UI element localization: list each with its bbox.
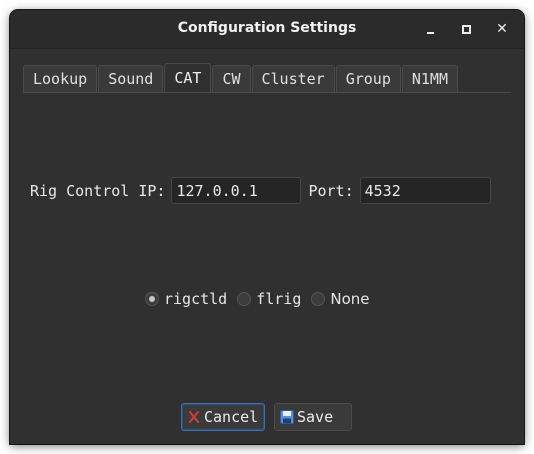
cancel-button[interactable]: Cancel	[181, 403, 265, 431]
cancel-x-icon	[189, 411, 199, 423]
tab-cw[interactable]: CW	[212, 65, 251, 92]
tab-group[interactable]: Group	[335, 65, 401, 92]
save-button[interactable]: Save	[274, 403, 352, 431]
close-icon: ✕	[496, 21, 508, 37]
tab-divider	[23, 92, 511, 93]
floppy-disk-icon	[280, 410, 294, 424]
tab-sound[interactable]: Sound	[98, 65, 164, 92]
minimize-button[interactable]	[420, 19, 440, 39]
rig-control-row: Rig Control IP: Port:	[30, 176, 491, 205]
radio-label-none: None	[330, 290, 370, 308]
configuration-settings-window: Configuration Settings ✕ Lookup Sound CA…	[10, 10, 524, 444]
radio-label-flrig: flrig	[256, 290, 302, 308]
tab-bar: Lookup Sound CAT CW Cluster Group N1MM	[23, 63, 458, 92]
radio-rigctld[interactable]: rigctld	[145, 290, 227, 308]
rig-interface-radio-group: rigctld flrig None	[145, 288, 380, 310]
rig-control-ip-label: Rig Control IP:	[30, 181, 166, 200]
tab-lookup[interactable]: Lookup	[23, 65, 98, 92]
radio-button-flrig[interactable]	[237, 292, 252, 306]
minimize-icon	[427, 32, 434, 34]
maximize-button[interactable]	[456, 19, 476, 39]
radio-none[interactable]: None	[311, 290, 370, 308]
port-input[interactable]	[359, 177, 491, 204]
maximize-icon	[462, 25, 471, 34]
port-label: Port:	[308, 181, 354, 200]
save-button-label: Save	[297, 408, 334, 426]
close-button[interactable]: ✕	[492, 19, 512, 39]
radio-label-rigctld: rigctld	[164, 290, 228, 308]
radio-flrig[interactable]: flrig	[237, 290, 301, 308]
radio-button-none[interactable]	[311, 292, 326, 306]
tab-n1mm[interactable]: N1MM	[401, 65, 458, 92]
window-title: Configuration Settings	[177, 20, 357, 36]
cancel-button-label: Cancel	[204, 408, 259, 426]
rig-control-ip-input[interactable]	[171, 177, 302, 204]
tab-cluster[interactable]: Cluster	[251, 65, 335, 92]
title-bar[interactable]: Configuration Settings ✕	[10, 10, 524, 49]
tab-cat[interactable]: CAT	[164, 63, 212, 92]
radio-button-rigctld[interactable]	[145, 292, 159, 306]
